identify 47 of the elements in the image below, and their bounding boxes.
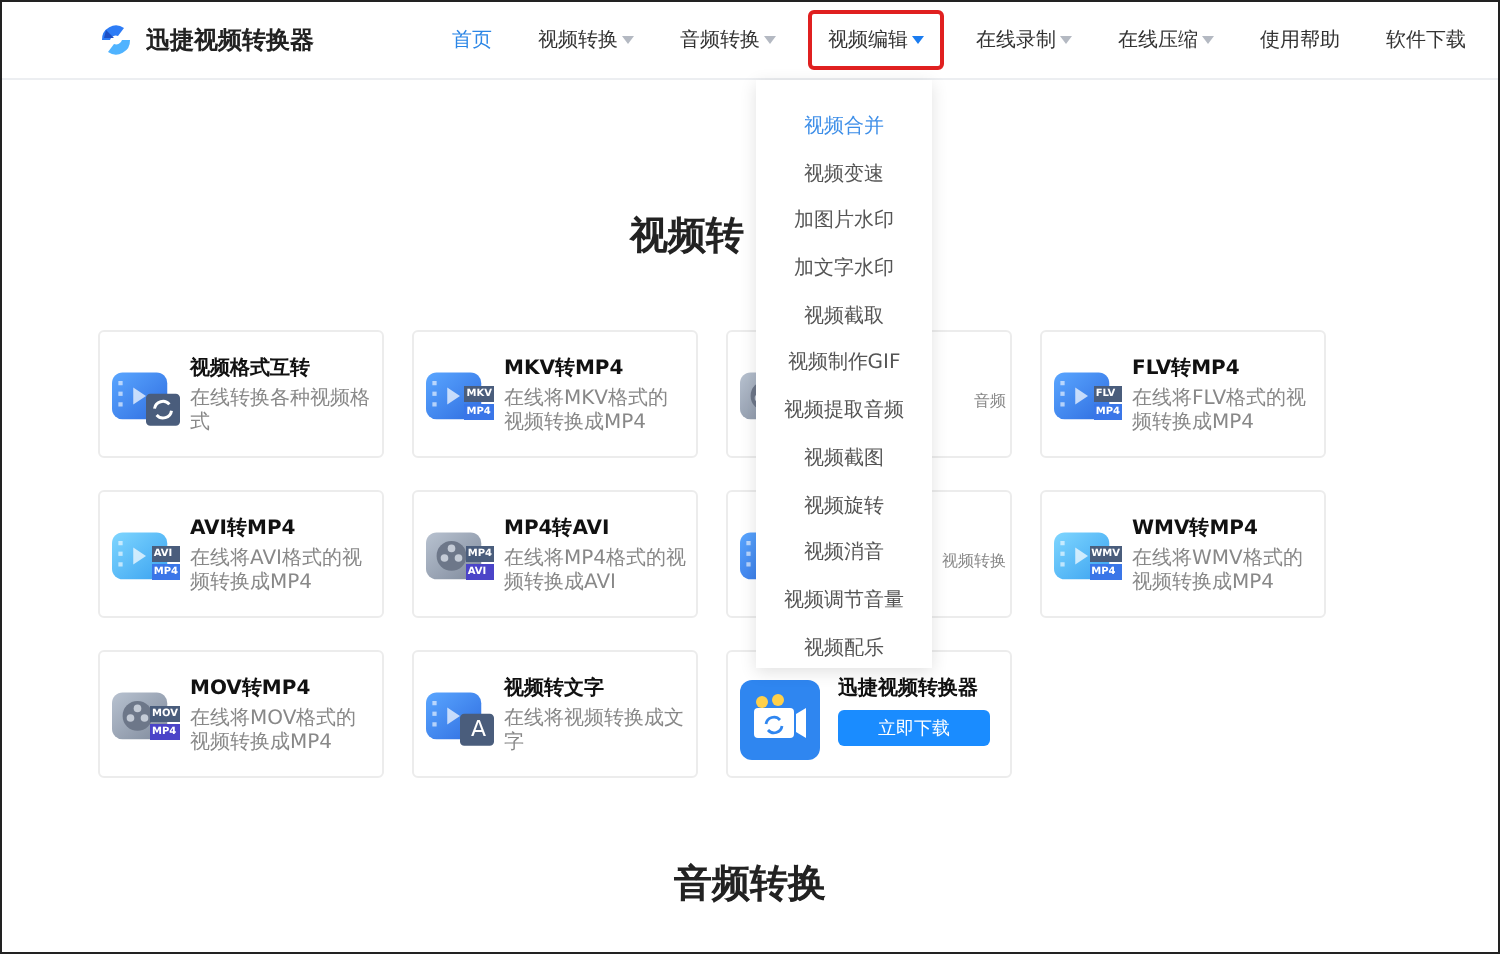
- card-description: 在线将MKV格式的视频转换成MP4: [504, 388, 671, 436]
- card-title: MOV转MP4: [190, 676, 313, 702]
- nav-link[interactable]: 音频转换: [666, 14, 790, 66]
- nav-link[interactable]: 视频转换: [524, 14, 648, 66]
- menu-item[interactable]: 视频截图: [804, 435, 884, 483]
- nav-link[interactable]: 视频编辑: [808, 10, 944, 70]
- card-title: 视频转文字: [504, 676, 606, 702]
- section-heading: 音频转换: [674, 860, 826, 910]
- nav-link[interactable]: 使用帮助: [1246, 14, 1354, 66]
- nav-link[interactable]: 首页: [438, 14, 506, 66]
- card-description: 在线将MP4格式的视频转换成AVI: [504, 548, 688, 596]
- menu-item[interactable]: 视频提取音频: [784, 388, 904, 436]
- card-description: 在线将WMV格式的视频转换成MP4: [1132, 548, 1305, 596]
- card-description: 视频转换: [942, 550, 1006, 574]
- card-title: MKV转MP4: [504, 356, 626, 382]
- card-description: 在线将MOV格式的视频转换成MP4: [190, 708, 359, 756]
- nav-link[interactable]: 在线压缩: [1104, 14, 1228, 66]
- menu-item[interactable]: 加文字水印: [794, 246, 894, 294]
- video-file-icon: [112, 368, 180, 428]
- menu-item[interactable]: 视频合并: [804, 104, 884, 152]
- menu-item[interactable]: 视频变速: [804, 151, 884, 199]
- card-title: WMV转MP4: [1132, 516, 1260, 542]
- tool-card[interactable]: 视频格式互转 在线转换各种视频格式: [98, 330, 384, 458]
- card-description: 在线转换各种视频格式: [190, 388, 372, 436]
- menu-item[interactable]: 视频制作GIF: [787, 340, 901, 389]
- menu-item[interactable]: 视频截取: [804, 293, 884, 341]
- section-heading: 视频转: [630, 212, 744, 262]
- logo-icon: [96, 20, 136, 60]
- card-description: 在线将FLV格式的视频转换成MP4: [1132, 388, 1309, 436]
- video-file-icon: [426, 688, 494, 748]
- letter-glyph: A: [470, 716, 486, 742]
- card-title: AVI转MP4: [190, 516, 298, 542]
- card-description: 音频: [974, 390, 1006, 414]
- menu-item[interactable]: 视频消音: [804, 530, 884, 578]
- nav-link[interactable]: 软件下载: [1372, 14, 1480, 66]
- card-title: 迅捷视频转换器: [838, 676, 980, 702]
- site-name[interactable]: 迅捷视频转换器: [146, 23, 314, 57]
- menu-item[interactable]: 视频调节音量: [784, 577, 904, 626]
- card-description: 在线将AVI格式的视频转换成MP4: [190, 548, 364, 596]
- menu-item[interactable]: 加图片水印: [794, 198, 894, 247]
- card-title: 视频格式互转: [190, 356, 312, 382]
- card-description: 在线将视频转换成文字: [504, 708, 686, 756]
- camera-app-icon: [740, 680, 820, 760]
- menu-item[interactable]: 视频旋转: [804, 483, 884, 531]
- nav-link[interactable]: 在线录制: [962, 14, 1086, 66]
- card-title: MP4转AVI: [504, 516, 612, 542]
- card-title: FLV转MP4: [1132, 356, 1242, 382]
